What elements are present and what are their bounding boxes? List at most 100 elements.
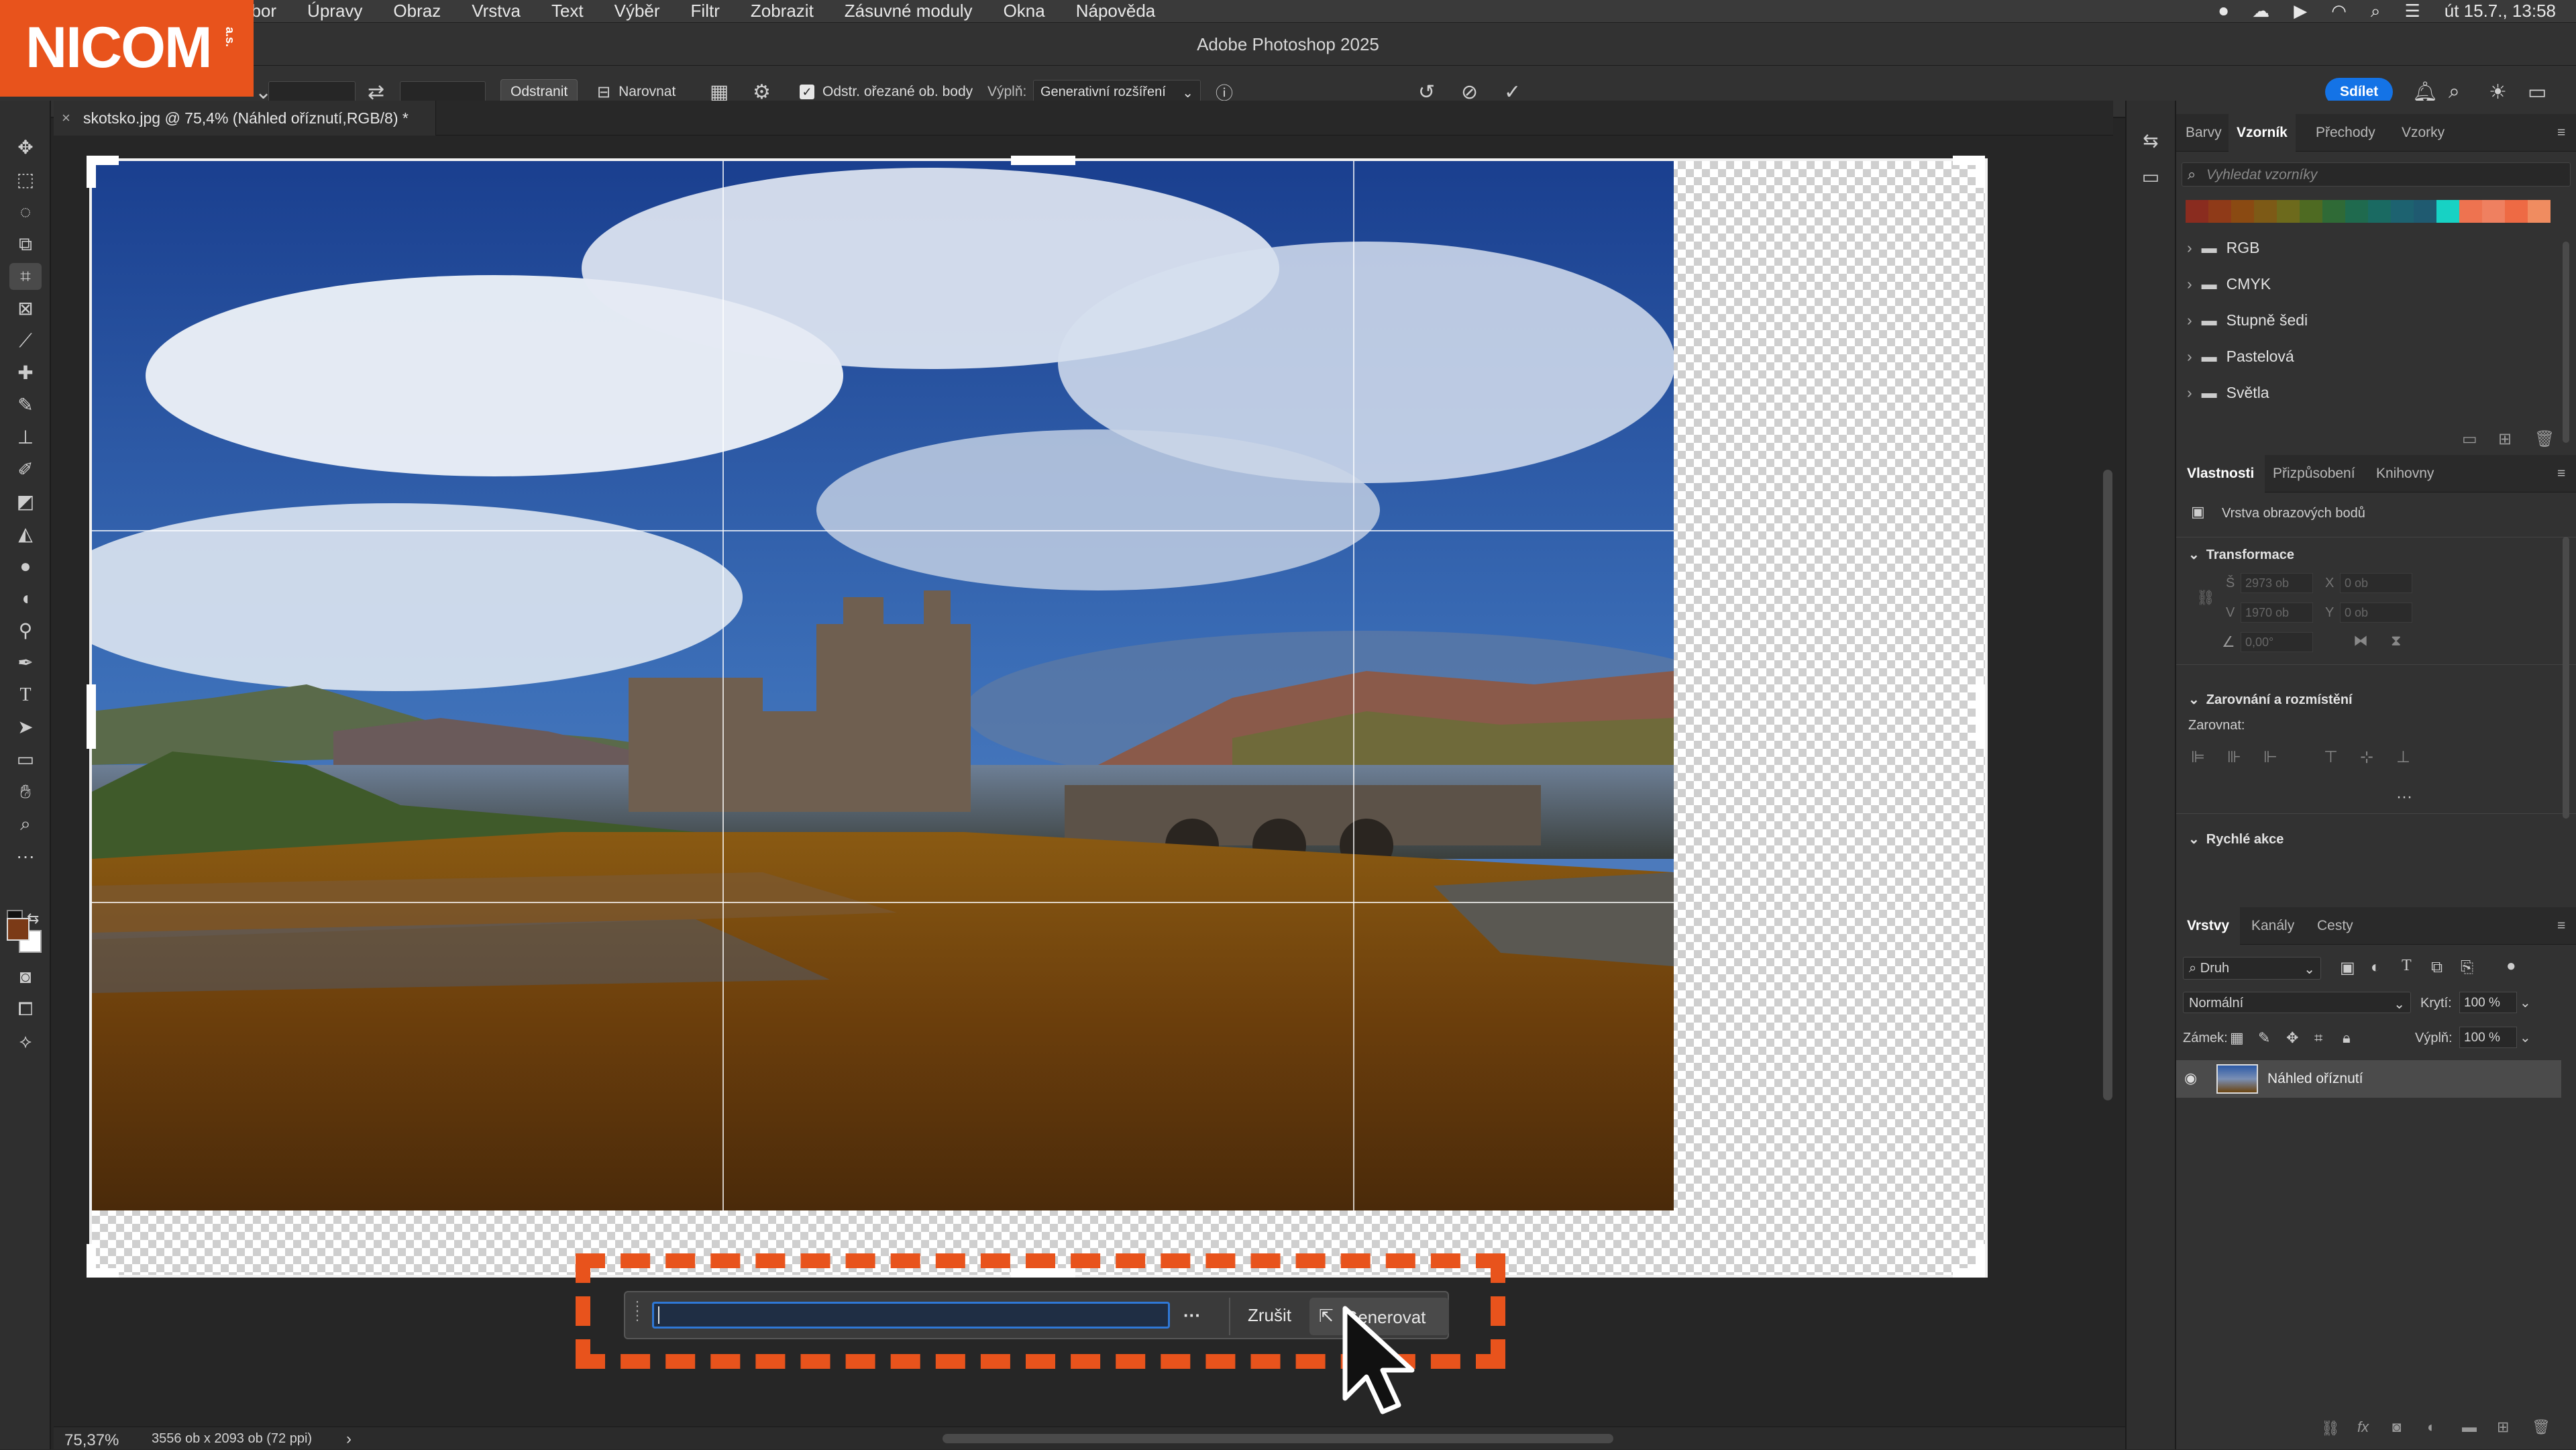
brush-tool-icon[interactable]: ✎	[9, 392, 42, 419]
more-tools-icon[interactable]: ···	[9, 843, 42, 870]
swatch-chip[interactable]	[2277, 200, 2300, 223]
filter-smart-object-icon[interactable]: ⎘	[2461, 958, 2473, 977]
filter-adjustment-icon[interactable]: ◐	[2371, 958, 2381, 977]
creative-cloud-icon[interactable]: ☁	[2252, 1, 2269, 21]
tab-layers[interactable]: Vrstvy	[2176, 907, 2241, 945]
menu-item-image[interactable]: Obraz	[393, 1, 441, 21]
trash-icon[interactable]: 🗑︎	[2532, 1418, 2551, 1436]
eyedropper-tool-icon[interactable]: ⟋	[9, 327, 42, 354]
lock-transparent-icon[interactable]: ▦	[2230, 1029, 2244, 1047]
delete-cropped-checkbox[interactable]: ✓	[800, 85, 814, 99]
path-selection-tool-icon[interactable]: ➤	[9, 714, 42, 741]
fx-icon[interactable]: fx	[2357, 1418, 2369, 1436]
blur-tool-icon[interactable]: ●	[9, 553, 42, 580]
align-bottom-icon[interactable]: ⊥	[2396, 747, 2410, 767]
swatch-chip[interactable]	[2505, 200, 2528, 223]
chevron-down-icon[interactable]: ⌄	[2520, 1029, 2531, 1046]
object-selection-tool-icon[interactable]: ⧉	[9, 231, 42, 258]
type-tool-icon[interactable]: T	[9, 682, 42, 709]
angle-field[interactable]: 0,00°	[2241, 632, 2313, 652]
swatch-folder-cmyk[interactable]: › ▬ CMYK	[2187, 266, 2271, 302]
width-field[interactable]: 2973 ob	[2241, 573, 2313, 593]
marquee-tool-icon[interactable]: ⬚	[9, 166, 42, 193]
swatch-chip[interactable]	[2345, 200, 2368, 223]
height-field[interactable]: 1970 ob	[2241, 603, 2313, 623]
healing-brush-tool-icon[interactable]: ✚	[9, 360, 42, 386]
new-group-icon[interactable]: ▭	[2462, 429, 2477, 449]
flip-vertical-icon[interactable]: ⧗	[2391, 632, 2401, 650]
tab-properties[interactable]: Vlastnosti	[2176, 455, 2265, 493]
menu-item-view[interactable]: Zobrazit	[751, 1, 814, 21]
straighten-icon[interactable]: ⊟	[597, 83, 610, 102]
tab-patterns[interactable]: Vzorky	[2402, 114, 2445, 152]
pen-tool-icon[interactable]: ✒	[9, 650, 42, 676]
crop-handle-top-left[interactable]	[87, 156, 96, 188]
trash-icon[interactable]: 🗑︎	[2534, 429, 2555, 449]
link-icon[interactable]: ⛓	[2196, 589, 2215, 607]
tab-channels[interactable]: Kanály	[2251, 907, 2294, 945]
lock-all-icon[interactable]: 🔒︎	[2343, 1029, 2351, 1047]
swatch-chip[interactable]	[2322, 200, 2345, 223]
swatch-folder-light[interactable]: › ▬ Světla	[2187, 374, 2269, 411]
document-tab[interactable]: × skotsko.jpg @ 75,4% (Náhled oříznutí,R…	[54, 101, 436, 136]
search-icon[interactable]: ⌕	[2449, 81, 2460, 103]
align-center-h-icon[interactable]: ⊪	[2227, 747, 2241, 767]
swatch-folder-pastel[interactable]: › ▬ Pastelová	[2187, 338, 2294, 374]
adjustment-layer-icon[interactable]: ◐	[2427, 1418, 2436, 1436]
swatch-chip[interactable]	[2368, 200, 2391, 223]
wifi-icon[interactable]: ◠	[2331, 1, 2347, 21]
lock-image-icon[interactable]: ✎	[2258, 1029, 2270, 1047]
menu-item-filter[interactable]: Filtr	[691, 1, 720, 21]
crop-width-field[interactable]	[268, 81, 356, 103]
crop-frame[interactable]	[87, 156, 1988, 1278]
record-icon[interactable]: ⏺	[2219, 1, 2228, 22]
delete-cropped-label[interactable]: Odstr. ořezané ob. body	[822, 84, 973, 100]
comments-panel-icon[interactable]: ▭	[2135, 164, 2167, 191]
swatch-folder-grayscale[interactable]: › ▬ Stupně šedi	[2187, 302, 2308, 338]
new-layer-icon[interactable]: ⊞	[2497, 1418, 2509, 1436]
swatch-chip[interactable]	[2414, 200, 2436, 223]
swatch-chip[interactable]	[2436, 200, 2459, 223]
swatch-folder-rgb[interactable]: › ▬ RGB	[2187, 229, 2260, 266]
menu-item-window[interactable]: Okna	[1004, 1, 1045, 21]
stamp-tool-icon[interactable]: ⊥	[9, 424, 42, 451]
frame-tool-icon[interactable]: ⊠	[9, 295, 42, 322]
align-left-icon[interactable]: ⊫	[2191, 747, 2205, 767]
blend-mode-select[interactable]: Normální ⌄	[2183, 992, 2411, 1013]
foreground-color[interactable]	[7, 918, 30, 941]
align-right-icon[interactable]: ⊩	[2263, 747, 2277, 767]
align-top-icon[interactable]: ⊤	[2324, 747, 2338, 767]
properties-scrollbar[interactable]	[2563, 537, 2569, 819]
history-panel-icon[interactable]: ⇆	[2135, 127, 2167, 154]
hand-tool-icon[interactable]: ✋︎	[9, 778, 42, 805]
play-icon[interactable]: ▶	[2294, 1, 2307, 21]
panel-menu-icon[interactable]: ≡	[2557, 907, 2565, 945]
opacity-field[interactable]: 100 %	[2459, 992, 2517, 1013]
x-field[interactable]: 0 ob	[2340, 573, 2412, 593]
y-field[interactable]: 0 ob	[2340, 603, 2412, 623]
paint-bucket-tool-icon[interactable]: ◭	[9, 521, 42, 548]
tab-paths[interactable]: Cesty	[2317, 907, 2353, 945]
control-center-icon[interactable]: ☰	[2404, 1, 2420, 21]
transform-section-title[interactable]: ⌄ Transformace	[2188, 546, 2294, 563]
new-group-icon[interactable]: ▬	[2462, 1418, 2477, 1436]
zoom-level[interactable]: 75,37%	[64, 1431, 119, 1450]
swatch-chip[interactable]	[2231, 200, 2254, 223]
align-section-title[interactable]: ⌄ Zarovnání a rozmístění	[2188, 691, 2353, 708]
menu-item-layer[interactable]: Vrstva	[472, 1, 521, 21]
layer-row[interactable]: ◉ Náhled oříznutí	[2176, 1060, 2561, 1098]
magnify-tool-icon[interactable]: ⚲	[9, 617, 42, 644]
crop-height-field[interactable]	[400, 81, 486, 103]
tab-libraries[interactable]: Knihovny	[2376, 455, 2434, 493]
swatch-chip[interactable]	[2459, 200, 2482, 223]
lock-position-icon[interactable]: ✥	[2286, 1029, 2298, 1047]
more-align-button[interactable]: ···	[2396, 788, 2412, 807]
crop-handle-right[interactable]	[1976, 684, 1985, 749]
horizontal-scrollbar[interactable]	[943, 1434, 1613, 1443]
panel-menu-icon[interactable]: ≡	[2557, 455, 2565, 493]
lock-artboard-icon[interactable]: ⌗	[2314, 1029, 2322, 1047]
lasso-tool-icon[interactable]: ◌	[9, 199, 42, 225]
panel-menu-icon[interactable]: ≡	[2557, 114, 2565, 152]
swatch-chip[interactable]	[2186, 200, 2208, 223]
spotlight-search-icon[interactable]: ⌕	[2371, 1, 2381, 22]
